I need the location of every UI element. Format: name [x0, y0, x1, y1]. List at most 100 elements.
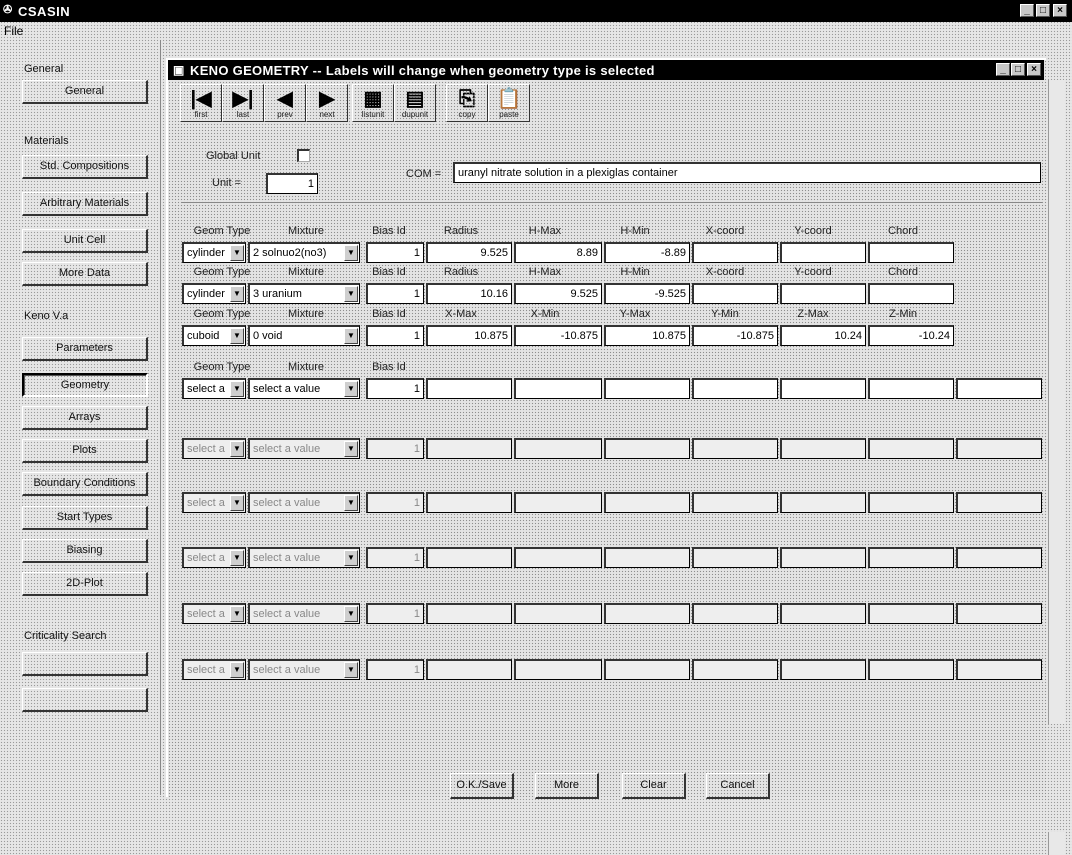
bias-id-input[interactable]: 1 — [366, 325, 424, 346]
geometry-value-input[interactable] — [780, 378, 866, 399]
sidebar-button-arbitrary-materials[interactable]: Arbitrary Materials — [22, 192, 148, 216]
geometry-value-input[interactable] — [956, 659, 1042, 680]
chevron-down-icon[interactable]: ▼ — [230, 662, 244, 678]
chevron-down-icon[interactable]: ▼ — [230, 381, 244, 397]
geometry-value-input[interactable] — [692, 603, 778, 624]
more-button[interactable]: More — [535, 773, 599, 799]
geometry-value-input[interactable]: 10.24 — [780, 325, 866, 346]
sidebar-button-start-types[interactable]: Start Types — [22, 506, 148, 530]
geometry-value-input[interactable] — [956, 438, 1042, 459]
mixture-select[interactable]: 0 void ▼ — [248, 325, 360, 346]
sidebar-button-general[interactable]: General — [22, 80, 148, 104]
geometry-value-input[interactable] — [956, 492, 1042, 513]
geometry-value-input[interactable] — [692, 378, 778, 399]
close-icon[interactable]: × — [1053, 4, 1067, 17]
window-close-icon[interactable]: × — [1027, 63, 1041, 76]
geometry-value-input[interactable]: 9.525 — [514, 283, 602, 304]
mixture-select[interactable]: select a value ▼ — [248, 438, 360, 459]
geometry-value-input[interactable] — [692, 492, 778, 513]
geometry-value-input[interactable] — [868, 242, 954, 263]
chevron-down-icon[interactable]: ▼ — [344, 441, 358, 457]
toolbar-dupunit-button[interactable]: ▤ dupunit — [394, 84, 436, 122]
window-minimize-icon[interactable]: _ — [996, 63, 1010, 76]
geometry-value-input[interactable] — [868, 492, 954, 513]
toolbar-listunit-button[interactable]: ▦ listunit — [352, 84, 394, 122]
sidebar-button-std-compositions[interactable]: Std. Compositions — [22, 155, 148, 179]
chevron-down-icon[interactable]: ▼ — [344, 550, 358, 566]
geometry-value-input[interactable] — [604, 492, 690, 513]
bias-id-input[interactable]: 1 — [366, 378, 424, 399]
maximize-icon[interactable]: □ — [1036, 4, 1050, 17]
geometry-value-input[interactable]: 10.16 — [426, 283, 512, 304]
sidebar-button-arrays[interactable]: Arrays — [22, 406, 148, 430]
geometry-value-input[interactable]: -10.24 — [868, 325, 954, 346]
geometry-value-input[interactable] — [692, 547, 778, 568]
geometry-value-input[interactable] — [780, 492, 866, 513]
mixture-select[interactable]: select a value ▼ — [248, 492, 360, 513]
toolbar-prev-button[interactable]: ◀ prev — [264, 84, 306, 122]
geometry-value-input[interactable] — [604, 438, 690, 459]
vertical-scrollbar[interactable] — [1048, 80, 1065, 724]
toolbar-paste-button[interactable]: 📋 paste — [488, 84, 530, 122]
geometry-value-input[interactable] — [956, 378, 1042, 399]
chevron-down-icon[interactable]: ▼ — [230, 441, 244, 457]
geometry-value-input[interactable] — [956, 547, 1042, 568]
geometry-value-input[interactable] — [426, 492, 512, 513]
geometry-value-input[interactable] — [780, 659, 866, 680]
geometry-value-input[interactable] — [692, 242, 778, 263]
geometry-value-input[interactable] — [780, 242, 866, 263]
cancel-button[interactable]: Cancel — [706, 773, 770, 799]
mixture-select[interactable]: select a value ▼ — [248, 659, 360, 680]
chevron-down-icon[interactable]: ▼ — [230, 328, 244, 344]
mixture-select[interactable]: select a value ▼ — [248, 378, 360, 399]
bias-id-input[interactable]: 1 — [366, 547, 424, 568]
geometry-value-input[interactable]: 8.89 — [514, 242, 602, 263]
minimize-icon[interactable]: _ — [1020, 4, 1034, 17]
geometry-value-input[interactable] — [514, 603, 602, 624]
geometry-value-input[interactable] — [514, 492, 602, 513]
toolbar-first-button[interactable]: |◀ first — [180, 84, 222, 122]
lower-scrollbar[interactable] — [1048, 832, 1065, 855]
sidebar-button-plots[interactable]: Plots — [22, 439, 148, 463]
toolbar-copy-button[interactable]: ⎘ copy — [446, 84, 488, 122]
geometry-value-input[interactable] — [692, 659, 778, 680]
chevron-down-icon[interactable]: ▼ — [344, 662, 358, 678]
geometry-value-input[interactable] — [426, 547, 512, 568]
geom-type-select[interactable]: select a ▼ — [182, 603, 246, 624]
geometry-value-input[interactable]: -8.89 — [604, 242, 690, 263]
chevron-down-icon[interactable]: ▼ — [230, 495, 244, 511]
sidebar-button-geometry[interactable]: Geometry — [22, 373, 148, 397]
geom-type-select[interactable]: select a ▼ — [182, 378, 246, 399]
geom-type-select[interactable]: select a ▼ — [182, 659, 246, 680]
geometry-value-input[interactable] — [780, 603, 866, 624]
bias-id-input[interactable]: 1 — [366, 438, 424, 459]
geometry-value-input[interactable] — [692, 438, 778, 459]
mixture-select[interactable]: 2 solnuo2(no3) ▼ — [248, 242, 360, 263]
sidebar-button-unit-cell[interactable]: Unit Cell — [22, 229, 148, 253]
geometry-value-input[interactable] — [868, 378, 954, 399]
unit-input[interactable]: 1 — [266, 173, 318, 194]
bias-id-input[interactable]: 1 — [366, 603, 424, 624]
geometry-value-input[interactable] — [604, 378, 690, 399]
geometry-value-input[interactable] — [780, 547, 866, 568]
chevron-down-icon[interactable]: ▼ — [344, 328, 358, 344]
geom-type-select[interactable]: cuboid ▼ — [182, 325, 246, 346]
bias-id-input[interactable]: 1 — [366, 492, 424, 513]
geometry-value-input[interactable] — [604, 547, 690, 568]
mixture-select[interactable]: select a value ▼ — [248, 603, 360, 624]
chevron-down-icon[interactable]: ▼ — [230, 550, 244, 566]
chevron-down-icon[interactable]: ▼ — [344, 606, 358, 622]
geometry-value-input[interactable] — [514, 378, 602, 399]
geometry-value-input[interactable]: -10.875 — [692, 325, 778, 346]
geometry-value-input[interactable] — [426, 603, 512, 624]
clear-button[interactable]: Clear — [622, 773, 686, 799]
sidebar-button-boundary-conditions[interactable]: Boundary Conditions — [22, 472, 148, 496]
geometry-value-input[interactable] — [780, 438, 866, 459]
com-input[interactable]: uranyl nitrate solution in a plexiglas c… — [453, 162, 1041, 183]
geometry-value-input[interactable] — [514, 547, 602, 568]
geom-type-select[interactable]: cylinder ▼ — [182, 242, 246, 263]
geometry-value-input[interactable] — [426, 438, 512, 459]
geom-type-select[interactable]: select a ▼ — [182, 547, 246, 568]
geometry-value-input[interactable] — [692, 283, 778, 304]
geometry-value-input[interactable] — [868, 283, 954, 304]
